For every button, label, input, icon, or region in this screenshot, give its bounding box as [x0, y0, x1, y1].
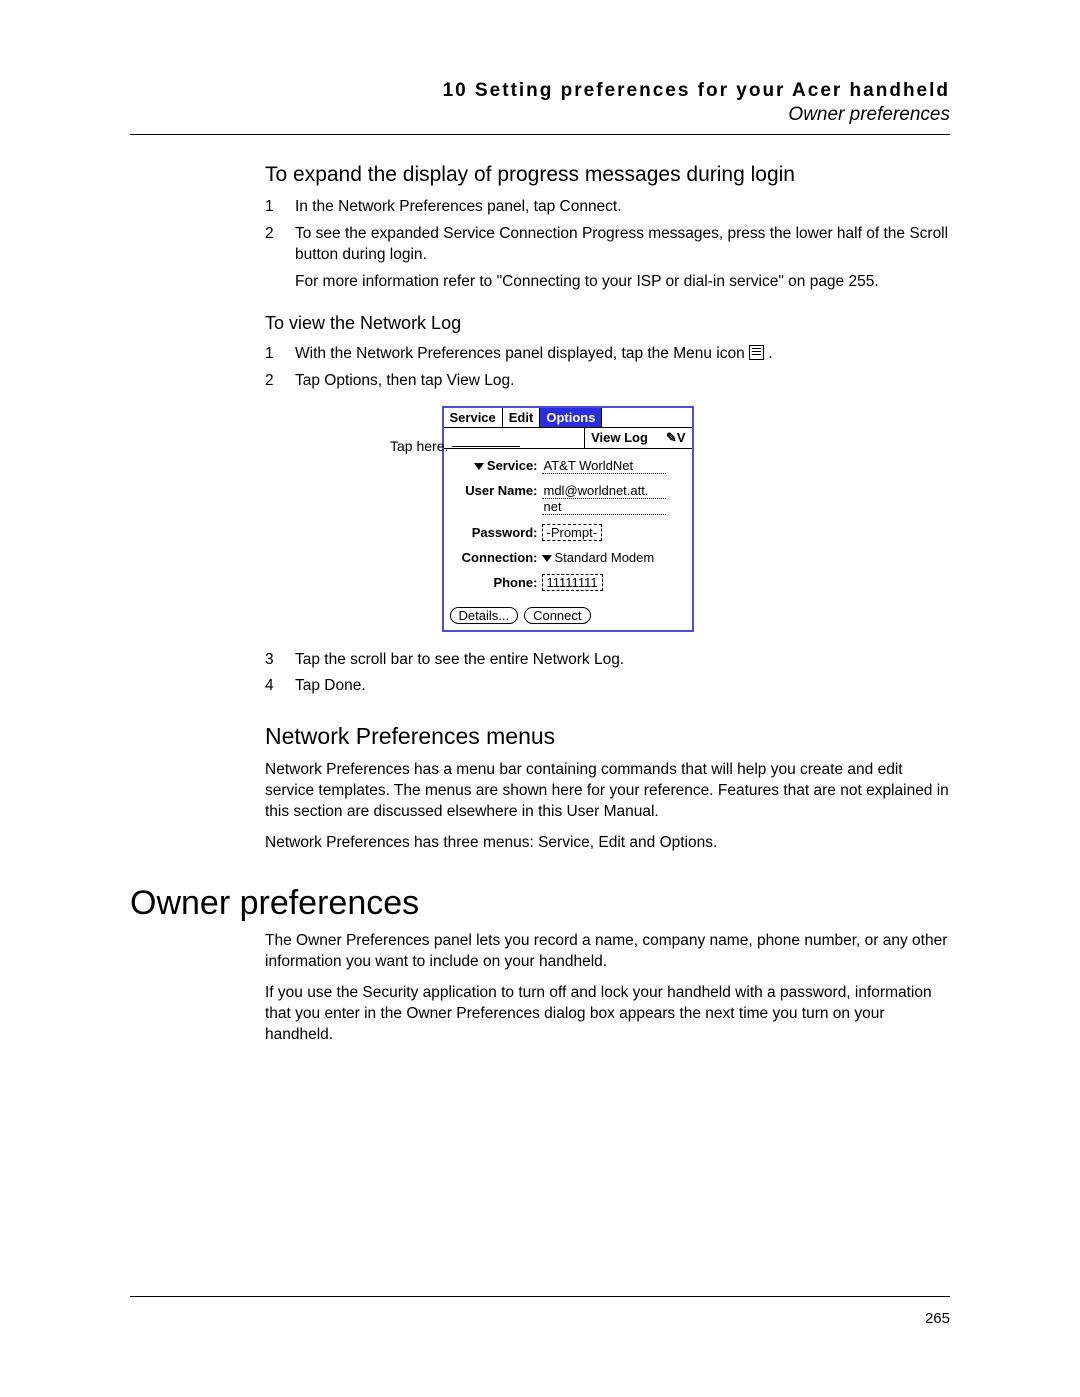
steps-viewlog-a: 1 With the Network Preferences panel dis… [265, 344, 950, 392]
list-item: 4 Tap Done. [265, 676, 950, 697]
field-label: Phone: [450, 575, 542, 590]
step-number: 1 [265, 344, 295, 365]
callout-label: Tap here. [390, 438, 448, 454]
paragraph: Network Preferences has three menus: Ser… [265, 833, 950, 854]
paragraph: The Owner Preferences panel lets you rec… [265, 931, 950, 973]
steps-viewlog-b: 3 Tap the scroll bar to see the entire N… [265, 650, 950, 698]
paragraph: If you use the Security application to t… [265, 983, 950, 1046]
connection-value[interactable]: Standard Modem [542, 550, 655, 565]
step-number: 2 [265, 224, 295, 293]
steps-expand: 1 In the Network Preferences panel, tap … [265, 197, 950, 293]
menu-options[interactable]: Options [540, 408, 602, 427]
callout-line [452, 446, 520, 447]
submenu-shortcut: ✎V [666, 430, 686, 446]
footer-rule [130, 1296, 950, 1297]
dropdown-icon[interactable] [474, 463, 484, 470]
username-value[interactable]: mdl@worldnet.att. net [542, 483, 666, 515]
step-text: Tap Options, then tap View Log. [295, 371, 514, 392]
step-text: For more information refer to "Connectin… [295, 272, 950, 293]
step-text: Tap Done. [295, 676, 366, 697]
field-phone: Phone: 11111111 [444, 571, 692, 591]
step-number: 2 [265, 371, 295, 392]
step-text: To see the expanded Service Connection P… [295, 224, 950, 266]
page-header: 10 Setting preferences for your Acer han… [130, 80, 950, 126]
step-text: Tap the scroll bar to see the entire Net… [295, 650, 624, 671]
step-number: 4 [265, 676, 295, 697]
field-label: Connection: [450, 550, 542, 565]
step-text: With the Network Preferences panel displ… [295, 344, 773, 365]
dropdown-icon[interactable] [542, 555, 552, 562]
heading-expand: To expand the display of progress messag… [265, 163, 950, 187]
step-body: To see the expanded Service Connection P… [295, 224, 950, 293]
page-number: 265 [925, 1310, 950, 1327]
menu-bar: Service Edit Options [444, 408, 692, 428]
list-item: 3 Tap the scroll bar to see the entire N… [265, 650, 950, 671]
submenu-viewlog[interactable]: View Log ✎V [584, 428, 691, 448]
step-number: 3 [265, 650, 295, 671]
heading-viewlog: To view the Network Log [265, 313, 950, 334]
connect-button[interactable]: Connect [524, 607, 590, 624]
phone-value[interactable]: 11111111 [542, 574, 603, 591]
menu-icon [749, 345, 764, 360]
list-item: 1 In the Network Preferences panel, tap … [265, 197, 950, 218]
service-value[interactable]: AT&T WorldNet [542, 458, 666, 474]
field-password: Password: -Prompt- [444, 521, 692, 541]
field-connection: Connection: Standard Modem [444, 547, 692, 565]
paragraph: Network Preferences has a menu bar conta… [265, 760, 950, 823]
field-username: User Name: mdl@worldnet.att. net [444, 480, 692, 515]
list-item: 1 With the Network Preferences panel dis… [265, 344, 950, 365]
step-number: 1 [265, 197, 295, 218]
password-value[interactable]: -Prompt- [542, 524, 603, 541]
menu-edit[interactable]: Edit [503, 408, 541, 427]
button-row: Details... Connect [444, 591, 692, 630]
step-text: In the Network Preferences panel, tap Co… [295, 197, 622, 218]
heading-owner: Owner preferences [130, 884, 950, 923]
field-label: Service: [450, 458, 542, 473]
running-head: 10 Setting preferences for your Acer han… [130, 80, 950, 102]
device-screenshot: Service Edit Options View Log ✎V Service… [442, 406, 694, 632]
submenu-label: View Log [591, 430, 648, 445]
content-area: To expand the display of progress messag… [130, 163, 950, 1046]
heading-menus: Network Preferences menus [265, 723, 950, 750]
figure-network-prefs: Tap here. Service Edit Options View Log … [185, 406, 950, 632]
menu-service[interactable]: Service [444, 408, 503, 427]
field-label: Password: [450, 525, 542, 540]
page: 10 Setting preferences for your Acer han… [0, 0, 1080, 1397]
details-button[interactable]: Details... [450, 607, 519, 624]
header-rule [130, 134, 950, 135]
list-item: 2 Tap Options, then tap View Log. [265, 371, 950, 392]
field-label: User Name: [450, 483, 542, 498]
field-service: Service: AT&T WorldNet [444, 455, 692, 474]
list-item: 2 To see the expanded Service Connection… [265, 224, 950, 293]
running-subhead: Owner preferences [130, 104, 950, 126]
